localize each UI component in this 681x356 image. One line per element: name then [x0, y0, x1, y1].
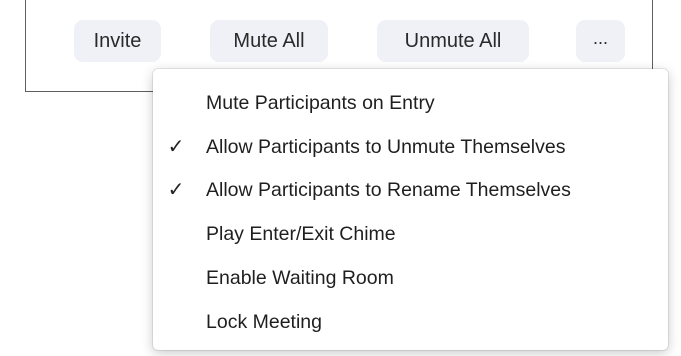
- menu-item-label: Allow Participants to Unmute Themselves: [206, 135, 566, 158]
- more-options-button[interactable]: ...: [576, 20, 625, 62]
- menu-item-label: Allow Participants to Rename Themselves: [206, 178, 571, 201]
- unmute-all-button[interactable]: Unmute All: [377, 20, 529, 62]
- menu-item-mute-on-entry[interactable]: Mute Participants on Entry: [153, 81, 668, 125]
- mute-all-button[interactable]: Mute All: [210, 20, 328, 62]
- participants-screen: Invite Mute All Unmute All ... Mute Part…: [0, 0, 681, 356]
- menu-item-allow-rename[interactable]: ✓ Allow Participants to Rename Themselve…: [153, 168, 668, 212]
- menu-item-label: Lock Meeting: [206, 310, 322, 333]
- more-options-menu: Mute Participants on Entry ✓ Allow Parti…: [153, 69, 668, 350]
- menu-item-allow-unmute[interactable]: ✓ Allow Participants to Unmute Themselve…: [153, 125, 668, 169]
- menu-item-label: Mute Participants on Entry: [206, 91, 435, 114]
- menu-item-enter-exit-chime[interactable]: Play Enter/Exit Chime: [153, 212, 668, 256]
- invite-button[interactable]: Invite: [74, 20, 161, 62]
- checkmark-icon: ✓: [167, 136, 185, 158]
- menu-item-waiting-room[interactable]: Enable Waiting Room: [153, 256, 668, 300]
- checkmark-icon: ✓: [167, 179, 185, 201]
- menu-item-label: Play Enter/Exit Chime: [206, 222, 396, 245]
- menu-item-lock-meeting[interactable]: Lock Meeting: [153, 300, 668, 344]
- menu-item-label: Enable Waiting Room: [206, 266, 394, 289]
